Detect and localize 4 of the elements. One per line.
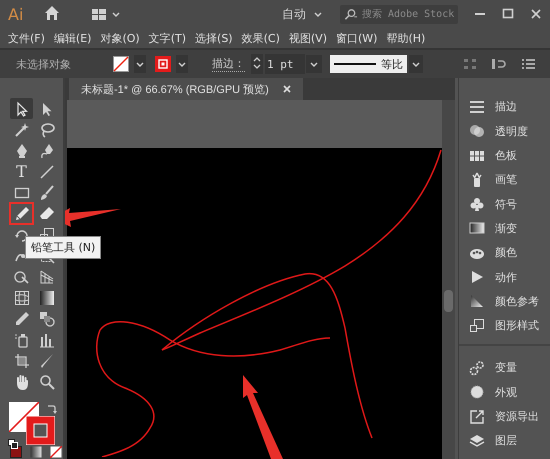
app-logo: Ai bbox=[8, 4, 24, 24]
stroke-label: 描边： bbox=[212, 56, 245, 72]
tooltip: 铅笔工具 (N) bbox=[25, 236, 102, 259]
selection-status: 未选择对象 bbox=[16, 56, 72, 72]
